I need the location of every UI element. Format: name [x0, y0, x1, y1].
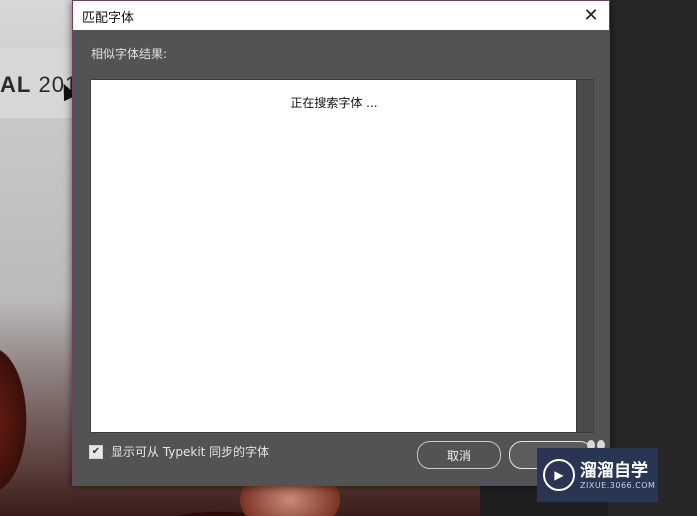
dialog-title: 匹配字体	[82, 11, 135, 26]
watermark: ▶ 溜溜自学 ZIXUE.3066.COM	[537, 448, 658, 502]
right-panel	[608, 0, 697, 516]
typekit-checkbox[interactable]: ✔	[89, 444, 103, 459]
search-status-text: 正在搜索字体 ...	[290, 96, 378, 110]
cancel-button[interactable]: 取消	[417, 441, 501, 469]
close-icon[interactable]: ✕	[579, 4, 603, 26]
typekit-checkbox-row[interactable]: ✔ 显示可从 Typekit 同步的字体	[89, 443, 269, 460]
watermark-title: 溜溜自学	[580, 460, 648, 481]
font-results-list[interactable]: 正在搜索字体 ...	[90, 79, 594, 433]
list-scrollbar[interactable]	[576, 80, 593, 432]
watermark-subtitle: ZIXUE.3066.COM	[580, 480, 656, 490]
dialog-titlebar: 匹配字体 ✕	[73, 1, 609, 30]
play-icon: ▶	[543, 459, 575, 491]
match-font-dialog: 匹配字体 ✕ 相似字体结果: 正在搜索字体 ... ✔ 显示可从 Typekit…	[72, 0, 610, 486]
typekit-checkbox-label: 显示可从 Typekit 同步的字体	[111, 445, 270, 459]
similar-fonts-label: 相似字体结果:	[91, 47, 168, 61]
